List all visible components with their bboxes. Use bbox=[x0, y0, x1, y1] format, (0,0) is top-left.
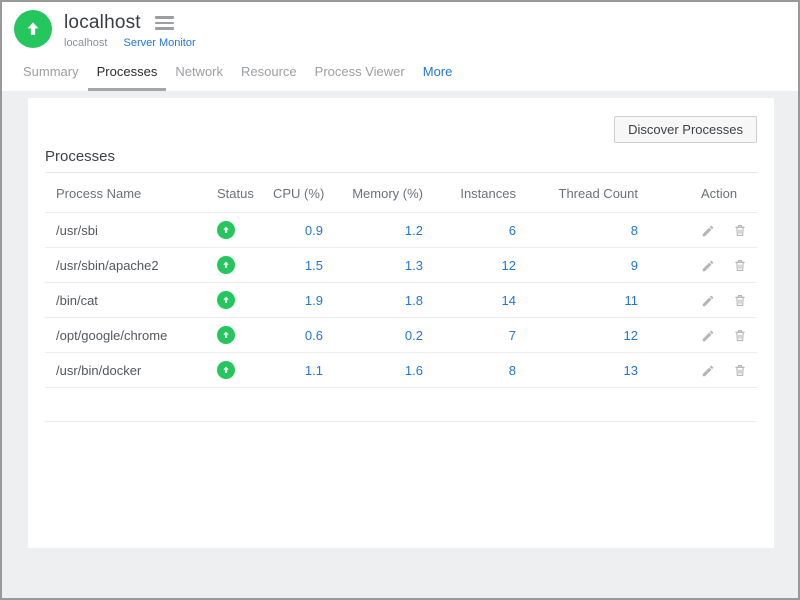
status-up-icon bbox=[217, 291, 235, 309]
instances-value[interactable]: 14 bbox=[502, 293, 516, 308]
pencil-icon[interactable] bbox=[701, 294, 715, 308]
status-up-icon bbox=[217, 361, 235, 379]
trash-icon[interactable] bbox=[733, 223, 747, 238]
trash-icon[interactable] bbox=[733, 328, 747, 343]
table-header-row: Process Name Status CPU (%) Memory (%) I… bbox=[45, 173, 757, 213]
thread-count-value[interactable]: 11 bbox=[625, 293, 639, 308]
pencil-icon[interactable] bbox=[701, 224, 715, 238]
trash-icon[interactable] bbox=[733, 363, 747, 378]
monitor-header: localhost localhost Server Monitor Summa… bbox=[2, 2, 798, 91]
memory-value[interactable]: 1.2 bbox=[405, 223, 423, 238]
tab-bar: Summary Processes Network Resource Proce… bbox=[2, 53, 798, 91]
process-name: /opt/google/chrome bbox=[56, 328, 167, 343]
process-name: /usr/sbi bbox=[56, 223, 98, 238]
col-process-name: Process Name bbox=[45, 173, 209, 213]
instances-value[interactable]: 6 bbox=[509, 223, 516, 238]
memory-value[interactable]: 1.8 bbox=[405, 293, 423, 308]
page-title: localhost bbox=[64, 12, 141, 34]
section-title: Processes bbox=[45, 148, 757, 173]
process-name: /bin/cat bbox=[56, 293, 98, 308]
instances-value[interactable]: 8 bbox=[509, 363, 516, 378]
instances-value[interactable]: 7 bbox=[509, 328, 516, 343]
table-row: /usr/bin/docker 1.1 1.6 8 13 bbox=[45, 353, 757, 388]
empty-table-row bbox=[45, 388, 757, 422]
status-up-icon bbox=[217, 256, 235, 274]
cpu-value[interactable]: 1.1 bbox=[305, 363, 323, 378]
pencil-icon[interactable] bbox=[701, 259, 715, 273]
col-action: Action bbox=[646, 173, 757, 213]
col-instances: Instances bbox=[431, 173, 524, 213]
app-window: localhost localhost Server Monitor Summa… bbox=[0, 0, 800, 600]
table-row: /usr/sbin/apache2 1.5 1.3 12 9 bbox=[45, 248, 757, 283]
monitor-name-label: localhost bbox=[64, 37, 107, 49]
tab-summary[interactable]: Summary bbox=[14, 53, 88, 91]
tab-resource[interactable]: Resource bbox=[232, 53, 306, 91]
card-toolbar: Discover Processes bbox=[45, 116, 757, 143]
thread-count-value[interactable]: 12 bbox=[624, 328, 638, 343]
table-row: /usr/sbi 0.9 1.2 6 8 bbox=[45, 213, 757, 248]
cpu-value[interactable]: 1.9 bbox=[305, 293, 323, 308]
processes-card: Discover Processes Processes Process Nam… bbox=[28, 98, 774, 548]
thread-count-value[interactable]: 8 bbox=[631, 223, 638, 238]
process-name: /usr/sbin/apache2 bbox=[56, 258, 159, 273]
hamburger-menu-icon[interactable] bbox=[155, 13, 174, 33]
col-cpu: CPU (%) bbox=[265, 173, 331, 213]
memory-value[interactable]: 1.3 bbox=[405, 258, 423, 273]
col-status: Status bbox=[209, 173, 265, 213]
trash-icon[interactable] bbox=[733, 258, 747, 273]
table-row: /opt/google/chrome 0.6 0.2 7 12 bbox=[45, 318, 757, 353]
processes-table: Process Name Status CPU (%) Memory (%) I… bbox=[45, 173, 757, 422]
memory-value[interactable]: 0.2 bbox=[405, 328, 423, 343]
monitor-status-up-icon bbox=[14, 10, 52, 48]
tab-processes[interactable]: Processes bbox=[88, 53, 167, 91]
tab-more[interactable]: More bbox=[414, 53, 462, 91]
page-body: Discover Processes Processes Process Nam… bbox=[2, 91, 798, 548]
server-monitor-link[interactable]: Server Monitor bbox=[123, 37, 195, 49]
discover-processes-button[interactable]: Discover Processes bbox=[614, 116, 757, 143]
tab-process-viewer[interactable]: Process Viewer bbox=[306, 53, 414, 91]
col-memory: Memory (%) bbox=[331, 173, 431, 213]
process-name: /usr/bin/docker bbox=[56, 363, 141, 378]
cpu-value[interactable]: 1.5 bbox=[305, 258, 323, 273]
cpu-value[interactable]: 0.9 bbox=[305, 223, 323, 238]
memory-value[interactable]: 1.6 bbox=[405, 363, 423, 378]
thread-count-value[interactable]: 13 bbox=[624, 363, 638, 378]
trash-icon[interactable] bbox=[733, 293, 747, 308]
pencil-icon[interactable] bbox=[701, 329, 715, 343]
thread-count-value[interactable]: 9 bbox=[631, 258, 638, 273]
instances-value[interactable]: 12 bbox=[502, 258, 516, 273]
up-arrow-icon bbox=[23, 19, 43, 39]
cpu-value[interactable]: 0.6 bbox=[305, 328, 323, 343]
tab-network[interactable]: Network bbox=[166, 53, 232, 91]
status-up-icon bbox=[217, 221, 235, 239]
pencil-icon[interactable] bbox=[701, 364, 715, 378]
col-thread-count: Thread Count bbox=[524, 173, 646, 213]
status-up-icon bbox=[217, 326, 235, 344]
table-row: /bin/cat 1.9 1.8 14 11 bbox=[45, 283, 757, 318]
